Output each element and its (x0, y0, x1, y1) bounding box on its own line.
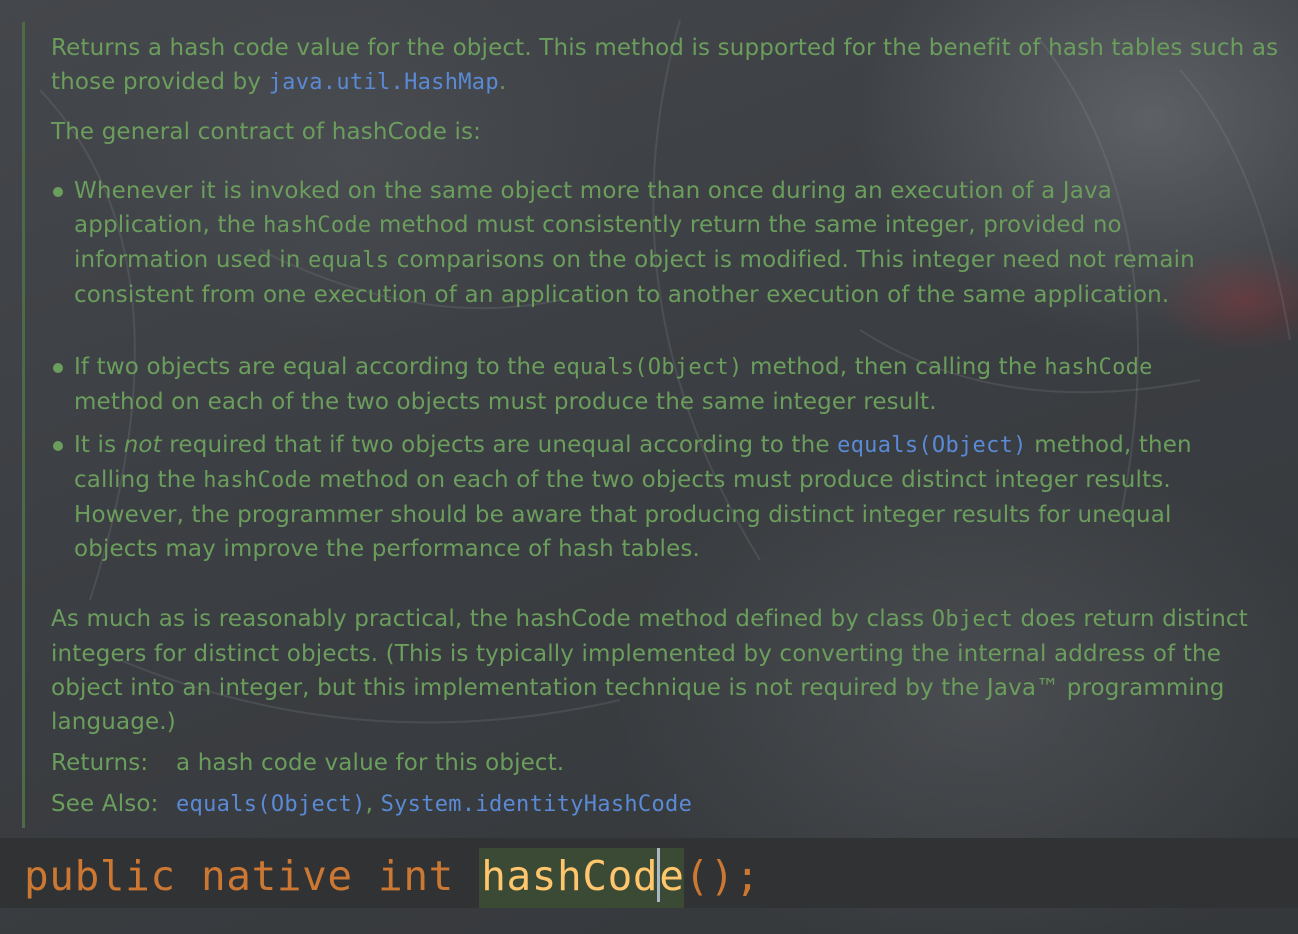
bullet-icon (53, 363, 63, 373)
doc-text: method, then calling the (742, 354, 1045, 380)
link-see-also-identityhashcode[interactable]: System.identityHashCode (381, 792, 693, 817)
code-inline: hashCode (1044, 355, 1153, 380)
see-also-separator: , (365, 791, 381, 817)
list-item: Whenever it is invoked on the same objec… (51, 174, 1231, 312)
doc-emphasis: not (123, 432, 162, 458)
link-see-also-equals[interactable]: equals(Object) (176, 792, 366, 817)
doc-text: As much as is reasonably practical, the … (51, 606, 932, 632)
keyword-public: public (24, 852, 176, 900)
identifier-text: hashCod (481, 852, 659, 900)
code-punctuation: (); (684, 852, 761, 900)
code-inline: equals(Object) (552, 355, 743, 380)
link-equals-object[interactable]: equals(Object) (837, 433, 1027, 458)
doc-text: Returns a hash code value for the object… (51, 35, 1279, 95)
returns-label: Returns: (51, 750, 149, 776)
doc-text: . (498, 69, 507, 95)
doc-paragraph-intro: Returns a hash code value for the object… (51, 31, 1281, 100)
doc-gutter-bar (22, 22, 25, 828)
code-line-declaration[interactable]: public native int hashCode(); (24, 848, 761, 908)
list-item: It is not required that if two objects a… (51, 428, 1231, 566)
code-inline: hashCode (263, 213, 372, 238)
doc-text: method on each of the two objects must p… (74, 389, 937, 415)
link-java-util-hashmap[interactable]: java.util.HashMap (269, 70, 499, 95)
keyword-int: int (378, 852, 454, 900)
list-item: If two objects are equal according to th… (51, 350, 1231, 419)
keyword-native: native (201, 852, 353, 900)
doc-text: If two objects are equal according to th… (74, 354, 553, 380)
doc-see-also: See Also: equals(Object), System.identity… (51, 787, 692, 822)
code-inline: Object (931, 607, 1014, 632)
doc-paragraph-practical: As much as is reasonably practical, the … (51, 602, 1281, 739)
doc-paragraph-contract: The general contract of hashCode is: (51, 119, 482, 145)
code-inline: hashCode (203, 468, 312, 493)
doc-text: It is (74, 432, 124, 458)
method-identifier[interactable]: hashCode (479, 848, 685, 908)
bullet-icon (53, 441, 63, 451)
identifier-text: e (659, 852, 685, 900)
code-inline: equals (307, 248, 390, 273)
bullet-icon (53, 187, 63, 197)
returns-value: a hash code value for this object. (176, 750, 565, 776)
doc-returns: Returns: a hash code value for this objec… (51, 746, 564, 780)
see-also-label: See Also: (51, 791, 159, 817)
doc-text: required that if two objects are unequal… (161, 432, 838, 458)
